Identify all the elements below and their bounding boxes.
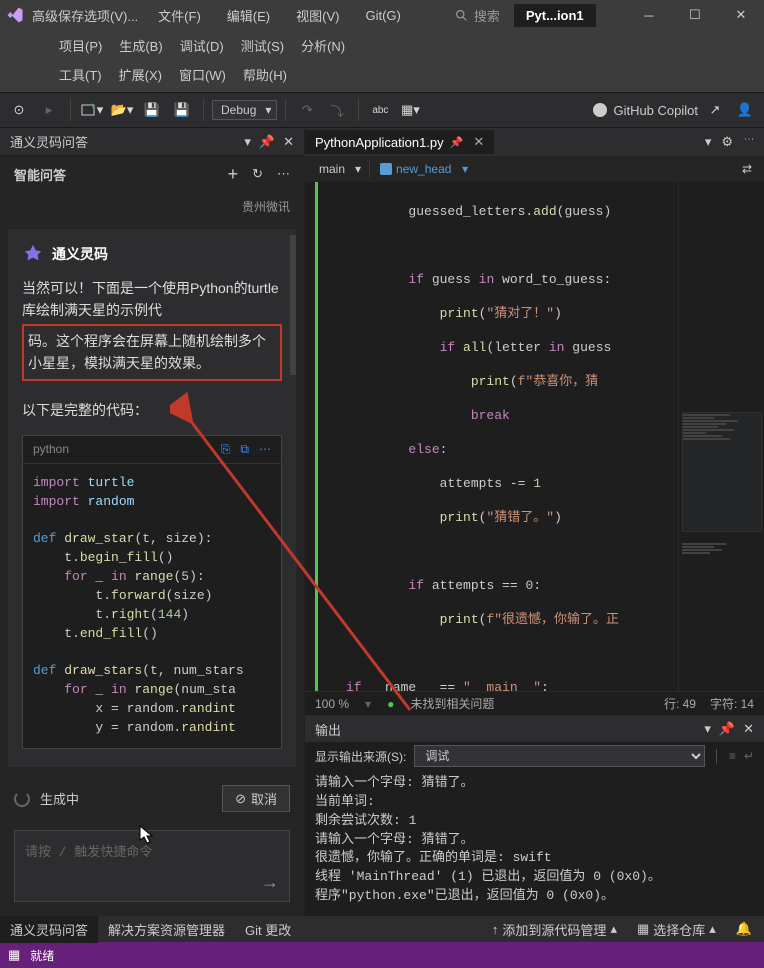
nav-symbol[interactable]: new_head ▾ [374, 160, 474, 178]
char-indicator[interactable]: 字符: 14 [710, 695, 754, 712]
menu-window[interactable]: 窗口(W) [173, 63, 232, 86]
nav-back-icon[interactable]: ⊙ [6, 97, 32, 123]
pin-icon[interactable]: 📌 [259, 134, 275, 150]
find-replace-icon[interactable]: abc [367, 97, 393, 123]
output-pin-icon[interactable]: 📌 [719, 721, 735, 737]
code-content: import turtle import random def draw_sta… [23, 464, 281, 748]
highlighted-text: 码。这个程序会在屏幕上随机绘制多个小星星，模拟满天星的效果。 [22, 324, 282, 381]
status-problems[interactable]: 未找到相关问题 [410, 695, 494, 712]
menu-edit[interactable]: 编辑(E) [221, 4, 276, 27]
output-src-label: 显示输出来源(S): [315, 748, 406, 765]
add-to-src-control[interactable]: ↑ 添加到源代码管理 ▴ [484, 916, 625, 943]
step-icon[interactable]: ⤵ [324, 97, 350, 123]
chat-input[interactable] [15, 831, 289, 901]
ai-response-p3: 以下是完整的代码： [22, 402, 148, 418]
tab-pin-icon[interactable]: 📌 [450, 136, 464, 149]
code-more-icon[interactable]: ⋯ [259, 442, 271, 457]
save-icon[interactable]: 💾 [139, 97, 165, 123]
menu-project[interactable]: 项目(P) [53, 34, 108, 57]
svg-text:+: + [90, 102, 95, 110]
generating-label: 生成中 [40, 789, 79, 808]
search-box[interactable]: 搜索 [455, 6, 500, 25]
share-icon[interactable]: ↗ [702, 97, 728, 123]
tab-close-icon[interactable]: ✕ [473, 134, 484, 150]
ai-logo-icon [22, 243, 44, 265]
insert-code-icon[interactable]: ⎘ [221, 442, 231, 457]
menu-debug[interactable]: 调试(D) [174, 34, 230, 57]
notifications-icon[interactable]: 🔔 [728, 916, 760, 943]
account-icon[interactable]: 👤 [732, 97, 758, 123]
bottom-tab-solution[interactable]: 解决方案资源管理器 [98, 916, 235, 943]
copy-code-icon[interactable]: ⧉ [240, 442, 249, 457]
menu-view[interactable]: 视图(V) [290, 4, 345, 27]
output-src-select[interactable]: 调试 [414, 745, 705, 767]
ai-response-p1: 当然可以！下面是一个使用Python的turtle库绘制满天星的示例代 [22, 280, 279, 318]
minimap[interactable] [678, 182, 764, 691]
maximize-button[interactable]: ☐ [672, 0, 718, 30]
ai-name: 通义灵码 [52, 244, 108, 264]
zoom-label[interactable]: 100 % [315, 697, 349, 711]
cancel-button[interactable]: ⊘ 取消 [222, 785, 290, 812]
history-icon[interactable]: ↻ [252, 166, 263, 182]
bottom-tab-ai[interactable]: 通义灵码问答 [0, 916, 98, 943]
spinner-icon [14, 791, 30, 807]
new-chat-icon[interactable]: + [228, 164, 239, 185]
cancel-icon: ⊘ [235, 791, 246, 807]
search-placeholder: 搜索 [474, 6, 500, 25]
scrollbar-thumb[interactable] [290, 235, 296, 375]
open-icon[interactable]: 📂▾ [109, 97, 135, 123]
new-project-icon[interactable]: +▾ [79, 97, 105, 123]
menu-help[interactable]: 帮助(H) [237, 63, 293, 86]
sidebar-toggle-icon[interactable]: ⋮ [743, 134, 754, 150]
code-editor[interactable]: guessed_letters.add(guess) if guess in w… [318, 182, 678, 691]
code-lang-label: python [33, 442, 69, 456]
output-dropdown-icon[interactable]: ▾ [704, 721, 711, 737]
panel-dropdown-icon[interactable]: ▾ [244, 134, 251, 150]
bottom-tab-git[interactable]: Git 更改 [235, 916, 301, 943]
status-icon: ▦ [8, 947, 20, 963]
output-text: 请输入一个字母: 猜错了。 当前单词: 剩余尝试次数: 1 请输入一个字母: 猜… [305, 770, 764, 916]
close-button[interactable]: ✕ [718, 0, 764, 30]
minimize-button[interactable]: ─ [626, 0, 672, 30]
line-indicator[interactable]: 行: 49 [664, 695, 696, 712]
app-tab[interactable]: Pyt...ion1 [514, 4, 596, 27]
output-close-icon[interactable]: ✕ [743, 721, 754, 737]
editor-tab[interactable]: PythonApplication1.py 📌 ✕ [305, 130, 494, 154]
panel-title: 通义灵码问答 [10, 132, 88, 151]
output-clear-icon[interactable]: ≡ [729, 749, 736, 763]
titlebar-save-menu[interactable]: 高级保存选项(V)... [30, 6, 138, 25]
menu-tools[interactable]: 工具(T) [53, 63, 108, 86]
panel-close-icon[interactable]: ✕ [283, 134, 294, 150]
menu-extensions[interactable]: 扩展(X) [113, 63, 168, 86]
status-ready: 就绪 [30, 947, 54, 964]
menu-test[interactable]: 测试(S) [235, 34, 290, 57]
nav-scope[interactable]: main ▾ [311, 160, 370, 178]
config-dropdown[interactable]: Debug [212, 100, 277, 120]
check-icon: ● [387, 697, 394, 711]
vs-logo-icon [0, 0, 30, 30]
comment-icon[interactable]: ▦▾ [397, 97, 423, 123]
save-all-icon[interactable]: 💾 [169, 97, 195, 123]
more-icon[interactable]: ⋯ [277, 166, 290, 182]
output-title: 输出 [315, 720, 341, 739]
tab-dropdown-icon[interactable]: ▾ [705, 134, 712, 150]
settings-icon[interactable]: ⚙ [721, 134, 733, 150]
chat-title: 智能问答 [14, 165, 66, 184]
menu-analyze[interactable]: 分析(N) [295, 34, 351, 57]
code-block: python ⎘ ⧉ ⋯ import turtle import random… [22, 435, 282, 749]
select-repo[interactable]: ▦ 选择仓库 ▴ [629, 916, 724, 943]
menu-file[interactable]: 文件(F) [152, 4, 207, 27]
github-copilot[interactable]: GitHub Copilot [592, 102, 698, 118]
send-icon[interactable]: → [261, 872, 279, 893]
menu-git[interactable]: Git(G) [359, 6, 406, 25]
brand-label: 贵州微讯 [242, 200, 290, 214]
step-over-icon[interactable]: ↷ [294, 97, 320, 123]
menu-build[interactable]: 生成(B) [113, 34, 168, 57]
nav-fwd-icon[interactable]: ▸ [36, 97, 62, 123]
output-wrap-icon[interactable]: ↵ [744, 749, 754, 763]
split-icon[interactable]: ⇄ [742, 162, 752, 176]
